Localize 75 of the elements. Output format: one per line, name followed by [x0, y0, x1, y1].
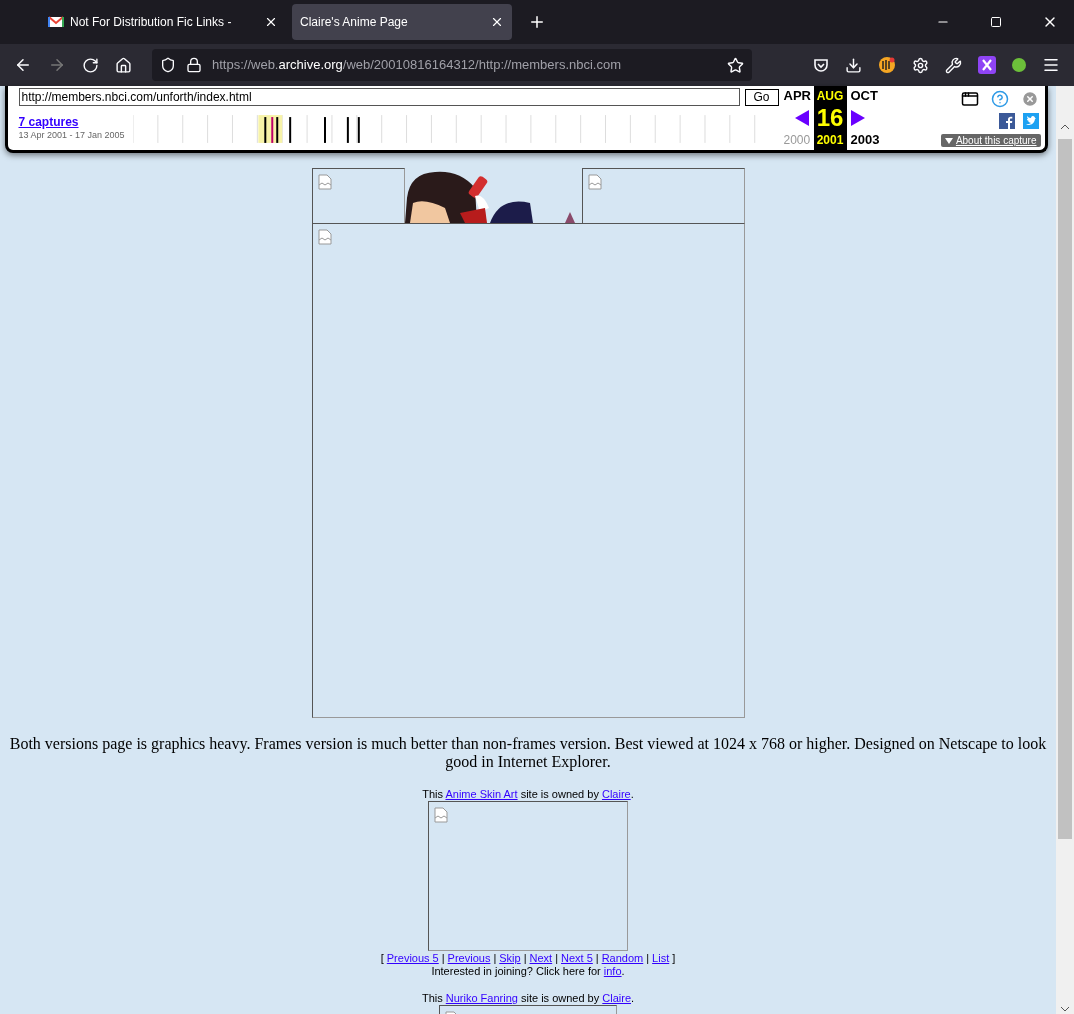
wrench-icon[interactable]	[945, 56, 962, 74]
broken-image-icon	[434, 807, 448, 823]
reload-icon[interactable]	[82, 56, 99, 74]
caret-icon	[944, 137, 953, 144]
webring-nav-link[interactable]: Next 5	[561, 952, 593, 965]
back-icon[interactable]	[14, 56, 32, 74]
browser-tab[interactable]: Claire's Anime Page	[292, 4, 512, 40]
address-bar[interactable]: https://web.archive.org/web/20010816164312/http://members.nbci.com	[152, 49, 752, 81]
help-icon[interactable]	[990, 90, 1009, 108]
url-text: https://web.archive.org/web/20010816164312/http://members.nbci.com	[212, 56, 623, 75]
month-label: OCT	[850, 88, 878, 104]
extension-icon[interactable]	[878, 56, 896, 74]
day-label: 16	[816, 104, 844, 132]
webring-nav-link[interactable]: Previous	[447, 952, 491, 965]
webring-nav-link[interactable]: Random	[601, 952, 644, 965]
status-dot-icon[interactable]	[1012, 58, 1026, 72]
broken-image-icon	[317, 229, 332, 245]
webring-nav-link[interactable]: List	[652, 952, 670, 965]
owner-link[interactable]: Claire	[601, 788, 631, 800]
browser-tab[interactable]: Not For Distribution Fic Links -	[40, 4, 286, 40]
year-label: 2003	[850, 132, 880, 148]
go-button[interactable]: Go	[744, 88, 779, 106]
url-input[interactable]: http://members.nbci.com/unforth/index.html	[18, 88, 740, 106]
nav-separator: |	[441, 952, 445, 965]
scrollbar-thumb[interactable]	[1058, 139, 1072, 839]
nav-separator: |	[595, 952, 599, 965]
new-tab-icon[interactable]	[528, 13, 546, 31]
join-text: Interested in joining? Click here for info.	[431, 965, 625, 978]
facebook-icon[interactable]	[998, 113, 1015, 129]
tab-title: Not For Distribution Fic Links -	[70, 14, 233, 31]
year-label: 2000	[783, 132, 811, 148]
about-capture-button[interactable]: About this capture	[940, 134, 1041, 147]
webring-nav-link[interactable]: Previous 5	[386, 952, 439, 965]
window-icon[interactable]	[960, 90, 979, 108]
x-extension-icon[interactable]	[978, 56, 996, 74]
broken-image-icon	[587, 174, 602, 190]
nav-separator: [	[380, 952, 384, 965]
scroll-up-icon[interactable]	[1061, 124, 1069, 129]
nav-separator: |	[493, 952, 497, 965]
nav-separator: ]	[672, 952, 676, 965]
lock-icon	[186, 57, 202, 73]
mail-icon	[48, 16, 64, 28]
broken-image-icon	[317, 174, 332, 190]
webring-nav-link[interactable]: Next	[529, 952, 553, 965]
next-arrow-icon[interactable]	[850, 110, 865, 126]
download-icon[interactable]	[845, 56, 862, 74]
pocket-icon[interactable]	[813, 57, 829, 73]
bookmark-star-icon[interactable]	[727, 56, 744, 74]
close-icon[interactable]	[490, 15, 504, 29]
home-icon[interactable]	[115, 56, 132, 74]
nav-separator: |	[523, 952, 527, 965]
webring-owner-text: This Nuriko Fanring site is owned by Claire.	[421, 992, 635, 1005]
tab-title: Claire's Anime Page	[300, 14, 409, 31]
scroll-down-icon[interactable]	[1061, 1007, 1069, 1012]
scrollbar[interactable]	[1056, 86, 1074, 1014]
webring-nav-link[interactable]: Skip	[499, 952, 521, 965]
maximize-icon[interactable]	[990, 16, 1002, 28]
webring-link[interactable]: Nuriko Fanring	[445, 992, 518, 1004]
owner-link[interactable]: Claire	[602, 992, 631, 1004]
month-label: AUG	[816, 88, 844, 104]
nav-separator: |	[555, 952, 558, 965]
month-label: APR	[783, 88, 811, 104]
menu-icon[interactable]	[1042, 56, 1060, 74]
captures-link[interactable]: 7 captures	[18, 115, 133, 129]
settings-icon[interactable]	[912, 56, 929, 74]
close-icon[interactable]	[264, 15, 278, 29]
info-link[interactable]: info	[603, 965, 622, 977]
shield-icon[interactable]	[160, 57, 176, 73]
capture-range: 13 Apr 2001 - 17 Jan 2005	[18, 129, 126, 141]
twitter-icon[interactable]	[1022, 113, 1039, 129]
description-text: Both versions page is graphics heavy. Frames version is much better than non-frames version. Best viewed at 1024 x 768 or higher. Designed on Netscape to look good in Internet Explorer.	[8, 735, 1048, 771]
nav-separator: |	[646, 952, 650, 965]
webring-link[interactable]: Anime Skin Art	[445, 788, 518, 800]
year-label: 2001	[816, 132, 844, 148]
webring-owner-text: This Anime Skin Art site is owned by Claire.	[422, 788, 634, 801]
